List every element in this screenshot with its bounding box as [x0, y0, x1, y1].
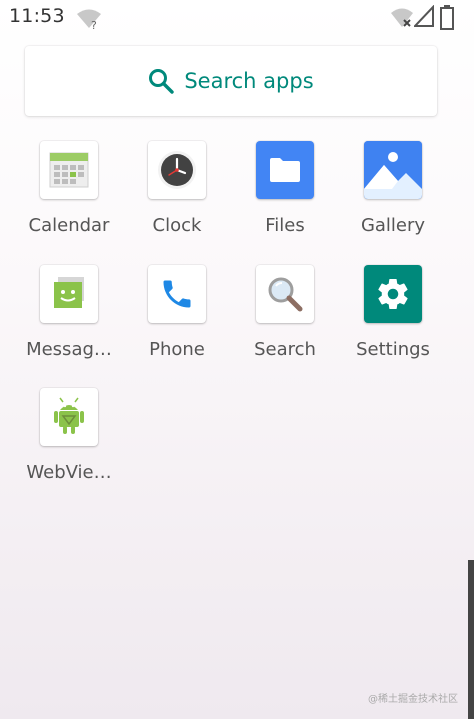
- app-label: Phone: [149, 339, 205, 360]
- signal-icon: [414, 5, 434, 27]
- app-calendar[interactable]: Calendar: [15, 141, 123, 251]
- app-messaging[interactable]: Messag…: [15, 265, 123, 375]
- app-settings[interactable]: Settings: [339, 265, 447, 375]
- folder-icon: [256, 141, 314, 199]
- app-files[interactable]: Files: [231, 141, 339, 251]
- watermark: @稀土掘金技术社区: [368, 694, 458, 705]
- app-label: Messag…: [26, 339, 112, 360]
- phone-icon: [148, 265, 206, 323]
- android-icon: [40, 388, 98, 446]
- app-search[interactable]: Search: [231, 265, 339, 375]
- messaging-icon: [40, 265, 98, 323]
- clock-icon: [148, 141, 206, 199]
- battery-icon: [440, 5, 454, 30]
- screen-edge: [468, 560, 474, 719]
- search-apps-label: Search apps: [184, 69, 314, 93]
- app-clock[interactable]: Clock: [123, 141, 231, 251]
- calendar-icon: [40, 141, 98, 199]
- svg-text:?: ?: [91, 19, 97, 30]
- magnifier-icon: [256, 265, 314, 323]
- search-icon: [149, 69, 175, 94]
- status-time: 11:53: [9, 5, 65, 27]
- app-label: Files: [265, 215, 305, 236]
- app-gallery[interactable]: Gallery: [339, 141, 447, 251]
- wifi-unknown-icon: ?: [77, 9, 101, 30]
- app-label: Clock: [152, 215, 202, 236]
- search-apps-bar[interactable]: Search apps: [25, 46, 437, 116]
- app-webview[interactable]: WebVie…: [15, 388, 123, 498]
- app-label: Gallery: [360, 215, 426, 236]
- status-bar: 11:53 ?: [0, 0, 474, 36]
- wifi-off-icon: [391, 8, 413, 27]
- app-label: Calendar: [28, 215, 110, 236]
- app-label: Settings: [356, 339, 430, 360]
- app-label: WebVie…: [26, 462, 112, 483]
- gallery-icon: [364, 141, 422, 199]
- app-label: Search: [254, 339, 316, 360]
- gear-icon: [364, 265, 422, 323]
- app-phone[interactable]: Phone: [123, 265, 231, 375]
